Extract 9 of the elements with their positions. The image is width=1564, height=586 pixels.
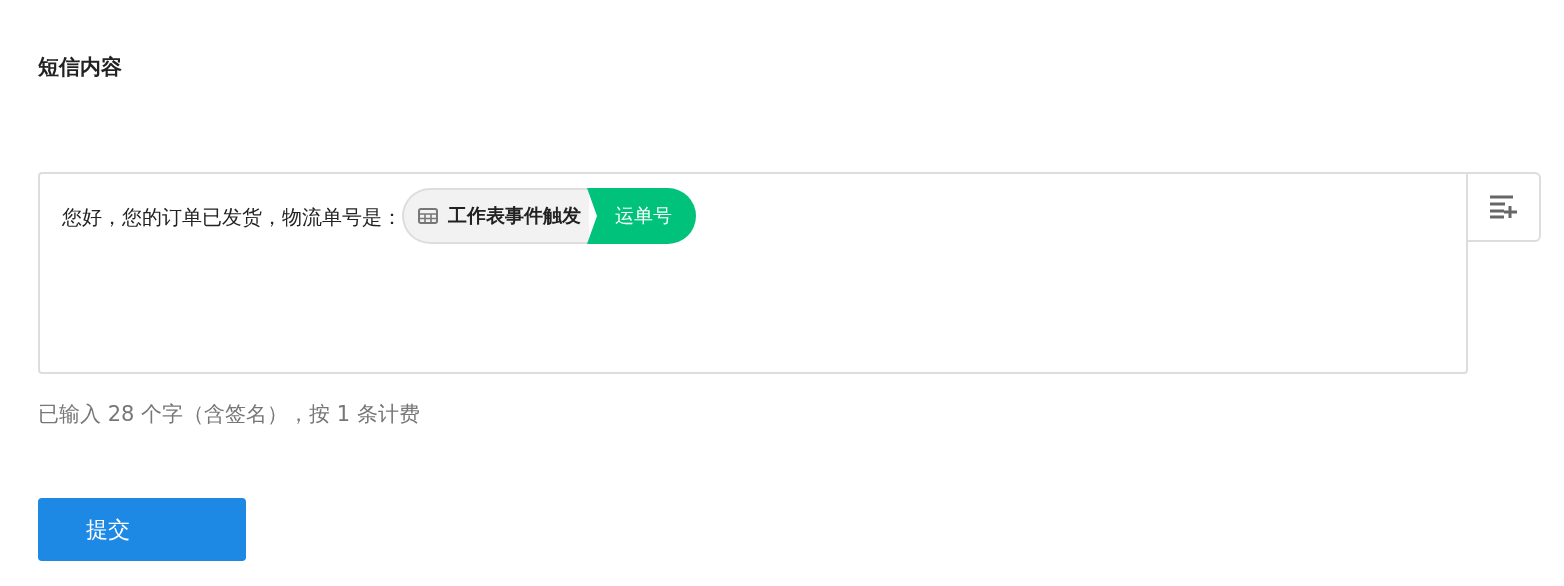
submit-button[interactable]: 提交 <box>38 498 246 561</box>
table-icon <box>418 208 438 224</box>
character-counter: 已输入 28 个字（含签名），按 1 条计费 <box>38 401 421 428</box>
message-editor[interactable]: 您好，您的订单已发货，物流单号是： 工作表事件触发 运单号 <box>38 172 1468 374</box>
message-text: 您好，您的订单已发货，物流单号是： <box>62 204 402 231</box>
source-tag[interactable]: 工作表事件触发 <box>402 188 589 244</box>
list-add-icon <box>1488 195 1519 219</box>
insert-field-button[interactable] <box>1468 172 1541 242</box>
section-title: 短信内容 <box>38 54 123 81</box>
